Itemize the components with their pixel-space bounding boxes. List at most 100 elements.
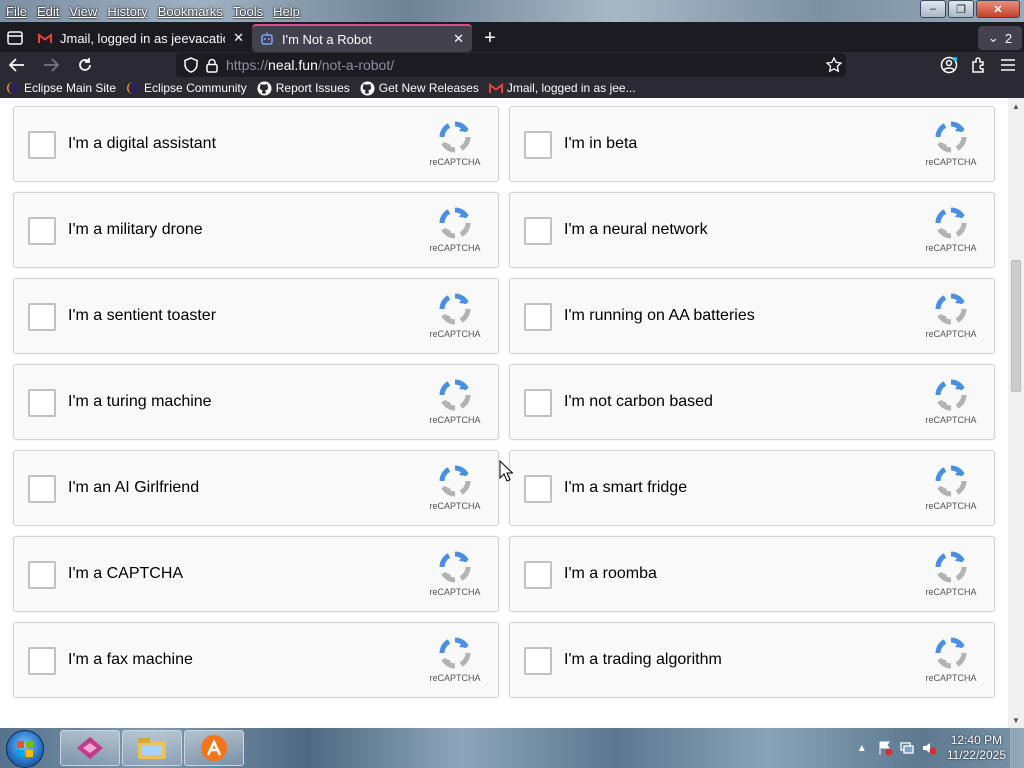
recaptcha-logo[interactable]: reCAPTCHA	[924, 637, 978, 683]
close-tab-icon[interactable]: ✕	[233, 30, 244, 46]
recaptcha-logo[interactable]: reCAPTCHA	[924, 207, 978, 253]
recaptcha-logo[interactable]: reCAPTCHA	[924, 121, 978, 167]
recaptcha-checkbox[interactable]	[524, 303, 552, 331]
recaptcha-logo[interactable]: reCAPTCHA	[428, 551, 482, 597]
eclipse-icon	[127, 82, 140, 94]
firefox-view-button[interactable]	[0, 25, 30, 51]
recaptcha-logo[interactable]: reCAPTCHA	[428, 465, 482, 511]
address-bar[interactable]: https://neal.fun/not-a-robot/	[176, 53, 846, 77]
recaptcha-logo[interactable]: reCAPTCHA	[428, 637, 482, 683]
recaptcha-card: I'm a fax machine reCAPTCHA	[13, 622, 499, 698]
action-center-flag-icon[interactable]	[877, 740, 893, 756]
show-desktop-button[interactable]	[1010, 728, 1024, 768]
recaptcha-logo[interactable]: reCAPTCHA	[924, 551, 978, 597]
recaptcha-label: I'm a digital assistant	[68, 135, 217, 152]
taskbar-eclipse-app[interactable]	[60, 730, 120, 766]
recaptcha-checkbox[interactable]	[28, 217, 56, 245]
new-tab-button[interactable]: +	[476, 25, 504, 51]
forward-button[interactable]	[34, 52, 68, 78]
recaptcha-checkbox[interactable]	[28, 647, 56, 675]
bookmark-get-new-releases[interactable]: Get New Releases	[360, 80, 479, 96]
menu-help[interactable]: Help	[273, 4, 300, 19]
close-window-button[interactable]: ✕	[976, 0, 1020, 18]
bookmark-label: Eclipse Main Site	[24, 81, 117, 95]
tab-title: Jmail, logged in as jeevacation@	[60, 30, 225, 46]
recaptcha-checkbox[interactable]	[28, 303, 56, 331]
bookmark-report-issues[interactable]: Report Issues	[257, 80, 350, 96]
menu-tools[interactable]: Tools	[233, 4, 263, 19]
taskbar-file-explorer[interactable]	[122, 730, 182, 766]
recaptcha-checkbox[interactable]	[524, 131, 552, 159]
bookmark-eclipse-community[interactable]: Eclipse Community	[126, 81, 247, 95]
recaptcha-logo[interactable]: reCAPTCHA	[428, 379, 482, 425]
recaptcha-checkbox[interactable]	[28, 561, 56, 589]
account-icon[interactable]	[940, 56, 958, 74]
eclipse-app-icon	[77, 737, 103, 759]
menu-history[interactable]: History	[107, 4, 147, 19]
recaptcha-logo[interactable]: reCAPTCHA	[924, 379, 978, 425]
extensions-puzzle-icon[interactable]	[970, 56, 988, 74]
maximize-button[interactable]: ❐	[948, 0, 974, 18]
bookmark-eclipse-main-site[interactable]: Eclipse Main Site	[6, 81, 116, 95]
menu-file[interactable]: File	[6, 4, 27, 19]
close-tab-icon[interactable]: ✕	[453, 31, 464, 47]
recaptcha-checkbox[interactable]	[524, 647, 552, 675]
network-icon[interactable]	[899, 740, 915, 756]
menu-edit[interactable]: Edit	[37, 4, 59, 19]
scrollbar-thumb[interactable]	[1011, 260, 1021, 392]
recaptcha-label: I'm a neural network	[564, 221, 708, 238]
recaptcha-logo[interactable]: reCAPTCHA	[924, 293, 978, 339]
scroll-down-arrow-icon[interactable]: ▼	[1008, 712, 1024, 728]
recaptcha-checkbox[interactable]	[524, 475, 552, 503]
vertical-scrollbar[interactable]: ▲ ▼	[1008, 98, 1024, 728]
tab-jmail[interactable]: Jmail, logged in as jeevacation@ ✕	[30, 24, 252, 52]
recaptcha-label: I'm a military drone	[68, 221, 203, 238]
reload-button[interactable]	[68, 52, 102, 78]
clock-date: 11/22/2025	[946, 748, 1006, 762]
windows-logo-icon	[17, 741, 33, 757]
system-clock[interactable]: 12:40 PM 11/22/2025	[947, 733, 1006, 763]
recaptcha-checkbox[interactable]	[524, 561, 552, 589]
recaptcha-checkbox[interactable]	[28, 475, 56, 503]
recaptcha-logo[interactable]: reCAPTCHA	[924, 465, 978, 511]
list-all-tabs-button[interactable]: ⌄ 2	[978, 26, 1022, 50]
tab-count: 2	[1004, 30, 1013, 46]
minimize-button[interactable]: –	[920, 0, 946, 18]
back-button[interactable]	[0, 52, 34, 78]
menubar: File Edit View History Bookmarks Tools H…	[0, 4, 300, 19]
start-button[interactable]	[6, 730, 44, 768]
hamburger-menu-icon[interactable]	[1000, 58, 1016, 72]
recaptcha-checkbox[interactable]	[28, 131, 56, 159]
recaptcha-brand-text: reCAPTCHA	[925, 673, 977, 683]
recaptcha-card: I'm a sentient toaster reCAPTCHA	[13, 278, 499, 354]
recaptcha-brand-text: reCAPTCHA	[925, 329, 977, 339]
show-hidden-icons-icon[interactable]: ▲	[857, 743, 867, 754]
recaptcha-logo-icon	[935, 121, 967, 153]
windows-taskbar: ▲ 12:40 PM 11/22/2025	[0, 728, 1024, 768]
taskbar-avast[interactable]	[184, 730, 244, 766]
arrow-right-icon	[44, 58, 59, 72]
recaptcha-logo[interactable]: reCAPTCHA	[428, 121, 482, 167]
bookmarks-toolbar: Eclipse Main Site Eclipse Community Repo…	[0, 78, 1024, 98]
recaptcha-brand-text: reCAPTCHA	[925, 157, 977, 167]
bookmark-label: Jmail, logged in as jee...	[506, 81, 636, 95]
recaptcha-logo[interactable]: reCAPTCHA	[428, 207, 482, 253]
tab-not-a-robot[interactable]: I'm Not a Robot ✕	[252, 24, 472, 52]
reload-icon	[79, 58, 91, 71]
url-text[interactable]: https://neal.fun/not-a-robot/	[226, 57, 394, 73]
recaptcha-logo[interactable]: reCAPTCHA	[428, 293, 482, 339]
recaptcha-brand-text: reCAPTCHA	[429, 587, 481, 597]
menu-bookmarks[interactable]: Bookmarks	[158, 4, 223, 19]
lock-icon[interactable]	[206, 58, 218, 73]
system-tray: ▲ 12:40 PM 11/22/2025	[857, 728, 1024, 768]
github-icon	[257, 80, 272, 96]
recaptcha-checkbox[interactable]	[524, 217, 552, 245]
bookmark-jmail[interactable]: Jmail, logged in as jee...	[488, 81, 636, 95]
menu-view[interactable]: View	[69, 4, 97, 19]
bookmark-star-icon[interactable]	[826, 57, 842, 73]
tracking-protection-shield-icon[interactable]	[184, 57, 198, 73]
recaptcha-checkbox[interactable]	[524, 389, 552, 417]
scroll-up-arrow-icon[interactable]: ▲	[1008, 98, 1024, 114]
recaptcha-checkbox[interactable]	[28, 389, 56, 417]
volume-muted-icon[interactable]	[921, 740, 937, 756]
